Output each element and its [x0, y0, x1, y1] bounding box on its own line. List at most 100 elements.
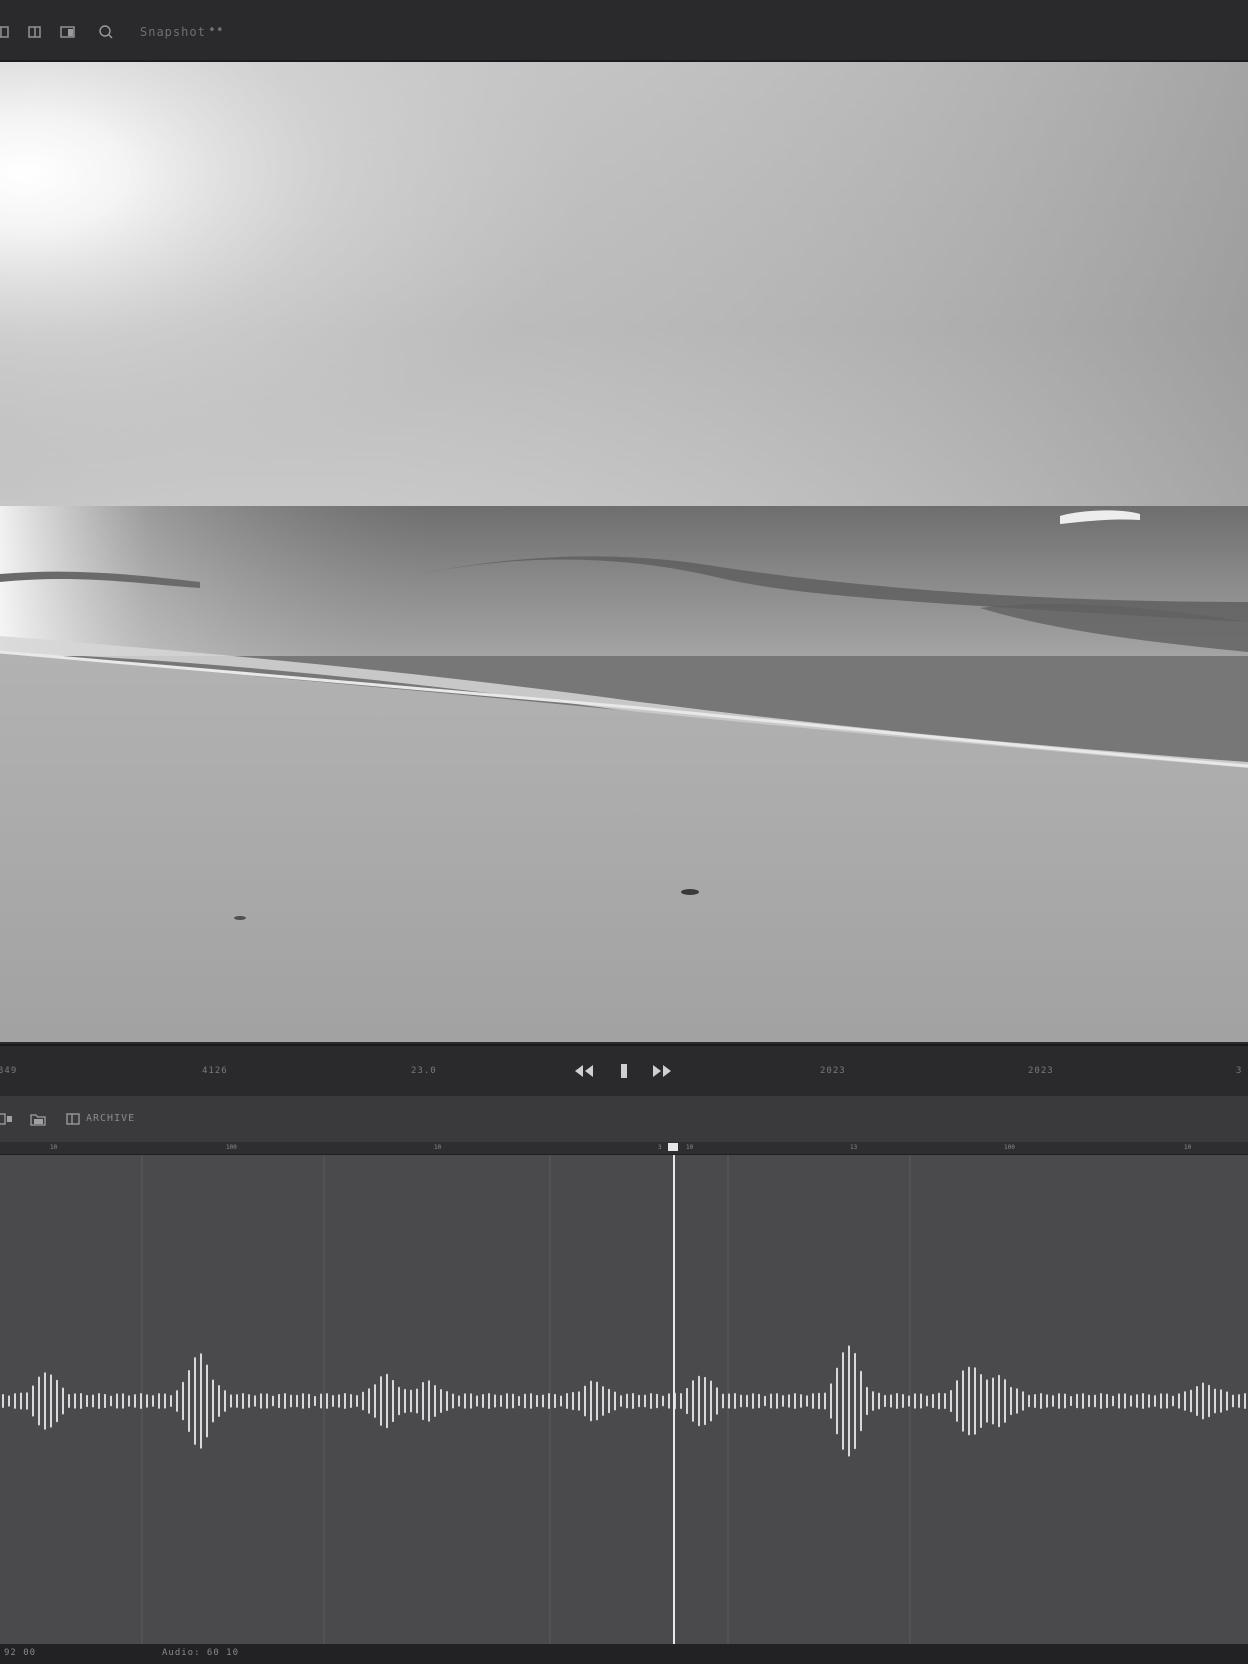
waveform-bar — [524, 1393, 526, 1409]
waveform-bar — [992, 1377, 994, 1425]
waveform-bar — [1100, 1393, 1102, 1409]
waveform-bar — [254, 1395, 256, 1407]
waveform-bar — [938, 1392, 940, 1410]
waveform-bar — [662, 1395, 664, 1407]
waveform-bar — [590, 1380, 592, 1422]
video-viewer[interactable] — [0, 62, 1248, 1042]
track-layout-icon[interactable] — [0, 1111, 14, 1127]
waveform-bar — [1052, 1395, 1054, 1407]
waveform-bar — [536, 1394, 538, 1408]
waveform-bar — [698, 1375, 700, 1427]
timeline-ruler[interactable]: 10 100 10 3 10 13 100 10 — [0, 1142, 1248, 1155]
waveform-bar — [770, 1393, 772, 1409]
status-middle: Audio: 60 10 — [162, 1648, 240, 1658]
waveform-bar — [998, 1374, 1000, 1428]
waveform-bar — [392, 1379, 394, 1423]
waveform-bar — [728, 1393, 730, 1409]
waveform-bar — [920, 1393, 922, 1409]
waveform-bar — [560, 1395, 562, 1407]
waveform-bar — [26, 1392, 28, 1410]
fast-forward-button[interactable] — [650, 1060, 674, 1082]
waveform-bar — [2, 1393, 4, 1409]
waveform-bar — [50, 1374, 52, 1428]
waveform-bar — [1028, 1394, 1030, 1408]
waveform-bar — [1040, 1393, 1042, 1409]
waveform-bar — [572, 1391, 574, 1411]
timecode-4: 2023 — [820, 1066, 846, 1076]
layout-icon[interactable] — [60, 24, 76, 40]
waveform-bar — [608, 1388, 610, 1414]
waveform-bar — [140, 1393, 142, 1409]
waveform-bar — [734, 1392, 736, 1410]
waveform-bar — [1088, 1394, 1090, 1408]
waveform-bar — [212, 1379, 214, 1423]
waveform-bar — [482, 1393, 484, 1409]
waveform-bar — [602, 1386, 604, 1416]
waveform-bar — [782, 1395, 784, 1407]
waveform-bar — [908, 1395, 910, 1407]
waveform-bar — [1238, 1394, 1240, 1408]
waveform-bar — [926, 1395, 928, 1407]
timecode-3: 23.0 — [411, 1066, 437, 1076]
waveform-bar — [830, 1383, 832, 1419]
play-pause-button[interactable] — [612, 1060, 636, 1082]
waveform-bar — [320, 1393, 322, 1409]
waveform-bar — [566, 1393, 568, 1409]
waveform-bar — [236, 1394, 238, 1408]
waveform-bar — [554, 1393, 556, 1409]
waveform-bar — [86, 1394, 88, 1408]
waveform-bar — [434, 1384, 436, 1418]
waveform-bar — [464, 1393, 466, 1409]
ruler-tick: 10 — [686, 1144, 694, 1151]
waveform-bar — [1106, 1393, 1108, 1409]
waveform-bar — [440, 1389, 442, 1413]
split-view-icon[interactable] — [28, 24, 44, 40]
clip-icon[interactable] — [66, 1111, 82, 1127]
waveform-bar — [296, 1394, 298, 1408]
waveform-bar — [596, 1381, 598, 1421]
waveform-bar — [848, 1345, 850, 1457]
waveform-bar — [1154, 1395, 1156, 1407]
waveform-bar — [308, 1393, 310, 1409]
timeline-toolbar: ARCHIVE — [0, 1096, 1248, 1142]
waveform-bar — [824, 1392, 826, 1410]
folder-icon[interactable] — [30, 1111, 46, 1127]
waveform-bar — [260, 1393, 262, 1409]
panel-icon[interactable] — [0, 24, 12, 40]
playhead-handle[interactable] — [668, 1143, 678, 1151]
waveform-bar — [152, 1395, 154, 1407]
waveform-bar — [200, 1353, 202, 1449]
waveform-bars — [2, 1345, 1246, 1457]
search-icon[interactable] — [98, 24, 114, 40]
waveform-bar — [932, 1393, 934, 1409]
waveform-bar — [374, 1384, 376, 1418]
ruler-tick: 10 — [434, 1144, 442, 1151]
waveform-bar — [632, 1393, 634, 1409]
waveform-bar — [146, 1394, 148, 1408]
audio-track[interactable] — [0, 1155, 1248, 1644]
waveform-bar — [914, 1393, 916, 1409]
waveform-bar — [758, 1393, 760, 1409]
waveform-bar — [638, 1394, 640, 1408]
timecode-2: 4126 — [202, 1066, 228, 1076]
waveform-bar — [446, 1390, 448, 1412]
rewind-button[interactable] — [572, 1060, 596, 1082]
waveform-bar — [128, 1395, 130, 1407]
waveform-bar — [902, 1393, 904, 1409]
waveform-bar — [1136, 1394, 1138, 1408]
waveform-bar — [1070, 1395, 1072, 1407]
waveform-bar — [1064, 1393, 1066, 1409]
toolbar-label[interactable]: Snapshot — [140, 25, 206, 39]
ruler-tick: 10 — [50, 1144, 58, 1151]
waveform-bar — [806, 1395, 808, 1407]
waveform-bar — [134, 1394, 136, 1408]
waveform-bar — [1232, 1394, 1234, 1408]
waveform-bar — [1226, 1391, 1228, 1411]
waveform-bar — [1190, 1389, 1192, 1413]
waveform-bar — [1178, 1393, 1180, 1409]
waveform-bar — [176, 1390, 178, 1412]
waveform-bar — [170, 1394, 172, 1408]
waveform-bar — [104, 1393, 106, 1409]
timeline-label[interactable]: ARCHIVE — [86, 1113, 135, 1124]
more-options[interactable]: •• — [208, 23, 224, 38]
